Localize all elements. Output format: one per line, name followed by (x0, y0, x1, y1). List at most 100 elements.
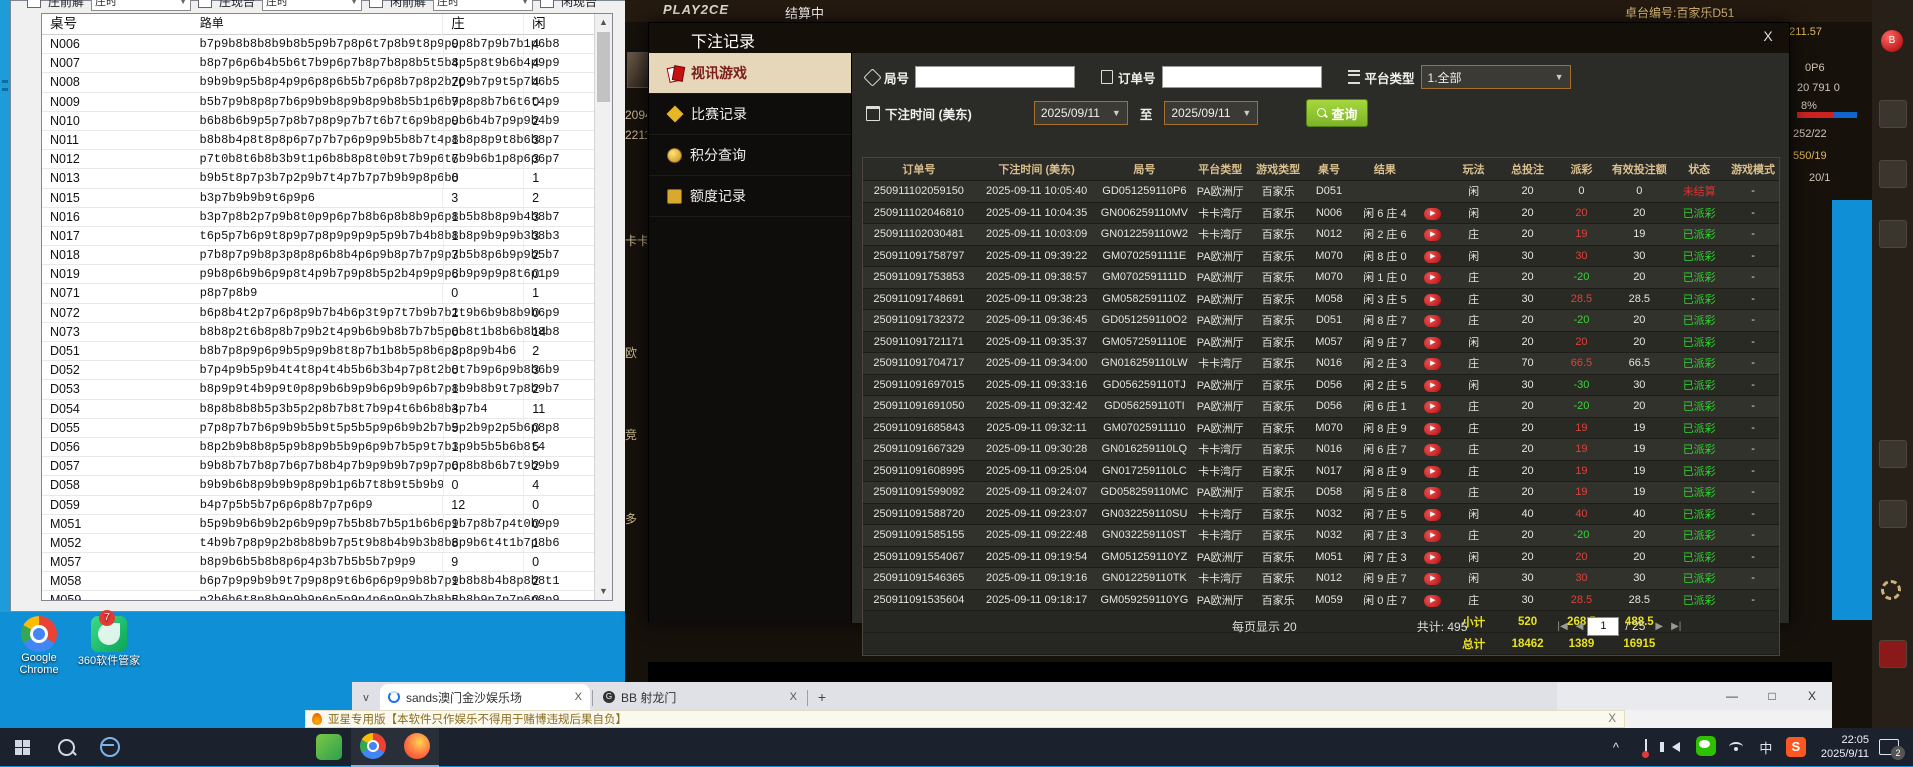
table-row[interactable]: N008b9b9b9p5b8p4p9p6p8p6b5b7p6p8b7p8p2b7… (42, 73, 612, 92)
replay-icon[interactable]: ▶ (1424, 358, 1441, 370)
order-input[interactable] (1162, 66, 1322, 88)
maximize-icon[interactable]: □ (1752, 689, 1792, 703)
panel-icon[interactable] (1879, 440, 1907, 468)
scroll-down-icon[interactable]: ▼ (595, 583, 612, 600)
table-row[interactable]: 2509110916673292025-09-11 09:30:28GN0162… (863, 439, 1779, 461)
table-row[interactable]: 2509110917323722025-09-11 09:36:45GD0512… (863, 310, 1779, 332)
network-icon[interactable] (1721, 740, 1751, 755)
replay-icon[interactable]: ▶ (1424, 251, 1441, 263)
panel-icon[interactable] (1879, 500, 1907, 528)
table-row[interactable]: 2509110915990922025-09-11 09:24:07GD0582… (863, 482, 1779, 504)
table-row[interactable]: 2509110917211712025-09-11 09:35:37GM0572… (863, 332, 1779, 354)
table-row[interactable]: N010b6b8b6b9p5p7p8b7p8p9p7b7t6b7t6p9b8p9… (42, 112, 612, 131)
taskbar-search-button[interactable] (44, 728, 88, 766)
sogou-icon[interactable]: S (1781, 737, 1811, 757)
table-row[interactable]: D058b9b9b6b8p9b9b9p8p9b1p6b7t8b9t5b9b904 (42, 476, 612, 495)
prev-page-icon[interactable]: ◀ (1576, 621, 1584, 632)
page-input[interactable]: 1 (1587, 617, 1619, 636)
table-row[interactable]: M051b5p9b9b6b9b2p6b9p9p7b5b8b7b5p1b6b6p9… (42, 515, 612, 534)
table-row[interactable]: 2509110916910502025-09-11 09:32:42GD0562… (863, 396, 1779, 418)
replay-icon[interactable]: ▶ (1424, 423, 1441, 435)
tab-sands[interactable]: sands澳门金沙娱乐场 X (380, 684, 590, 710)
replay-icon[interactable]: ▶ (1424, 380, 1441, 392)
gear-icon[interactable] (1881, 580, 1901, 600)
table-row[interactable]: 2509111020304812025-09-11 10:03:09GN0122… (863, 224, 1779, 246)
tray-chevron-icon[interactable]: ^ (1601, 740, 1631, 755)
panel-icon[interactable] (1879, 160, 1907, 188)
scrollbar-thumb[interactable] (597, 32, 610, 102)
last-page-icon[interactable]: ▶| (1671, 621, 1681, 632)
table-row[interactable]: N011b8b8b4p8t8p8p6p7p7b7p6p9p9b5b8b7t4p8… (42, 131, 612, 150)
table-row[interactable]: D059b4p7p5b5b7p6p6p8b7p7p6p9120 (42, 496, 612, 515)
replay-icon[interactable]: ▶ (1424, 401, 1441, 413)
dialog-tab-4[interactable]: 额度记录 (649, 176, 851, 217)
cast-icon[interactable] (1631, 740, 1661, 755)
table-row[interactable]: M052t4b9b7p8p9p2b8b8b9b7p5t9b8b4b9b3b8b6… (42, 534, 612, 553)
start-button[interactable] (0, 728, 44, 766)
taskbar-browser-icon[interactable] (88, 728, 132, 766)
table-row[interactable]: N072b6p8b4t2p7p6p8p9b7b4b6p3t9p7t7b9b7b1… (42, 304, 612, 323)
dialog-tab-2[interactable]: 比赛记录 (649, 94, 851, 135)
tab-search-chevron-icon[interactable]: v (352, 686, 380, 710)
replay-icon[interactable]: ▶ (1424, 294, 1441, 306)
action-center-icon[interactable]: 2 (1879, 739, 1899, 755)
table-row[interactable]: D055p7p8p7b7b6p9b9b5b9t5p5b5p9p6b9b2b7b9… (42, 419, 612, 438)
warning-close-icon[interactable]: X (1608, 713, 1616, 725)
tab-close-icon[interactable]: X (575, 691, 582, 703)
table-row[interactable]: 2509111020591502025-09-11 10:05:40GD0512… (863, 181, 1779, 203)
pinned-app-green[interactable] (307, 728, 351, 766)
table-row[interactable]: 2509110915851552025-09-11 09:22:48GN0322… (863, 525, 1779, 547)
toolbar-dropdown[interactable]: 庄时▼ (433, 0, 533, 11)
table-row[interactable]: N006b7p9b8b8b8b9b8b5p9b7p8p6t7p8b9t8p9p9… (42, 35, 612, 54)
replay-icon[interactable]: ▶ (1424, 466, 1441, 478)
notification-badge-icon[interactable]: B (1881, 30, 1903, 52)
replay-icon[interactable]: ▶ (1424, 208, 1441, 220)
replay-icon[interactable]: ▶ (1424, 573, 1441, 585)
next-page-icon[interactable]: ▶ (1655, 621, 1663, 632)
taskbar-clock[interactable]: 22:05 2025/9/11 (1811, 733, 1879, 761)
table-row[interactable]: M058b6p7p9p9b9b9t7p9p8p9t6b6p6p9p9b8b7p9… (42, 572, 612, 591)
table-row[interactable]: 2509110915356042025-09-11 09:18:17GM0592… (863, 590, 1779, 612)
replay-icon[interactable]: ▶ (1424, 315, 1441, 327)
table-row[interactable]: 2509110917587972025-09-11 09:39:22GM0702… (863, 246, 1779, 268)
table-row[interactable]: N009b5b7p9b8p8p7b6p9b9b8p9b8p9b8b5b1p6b9… (42, 93, 612, 112)
toolbar-checkbox[interactable] (198, 0, 212, 8)
panel-icon-red[interactable] (1879, 640, 1907, 668)
tab-bb[interactable]: G BB 射龙门 X (595, 684, 805, 710)
volume-icon[interactable] (1661, 740, 1691, 755)
table-row[interactable]: N017t6p5p7b6p9t8p9p7p8p9p9p9p5p9b7b4b8b8… (42, 227, 612, 246)
table-row[interactable]: N012p7t0b8t6b8b3b9t1p6b8b8p8t0b9t7b9p6t7… (42, 150, 612, 169)
toolbar-checkbox[interactable] (27, 0, 41, 8)
taskbar-firefox[interactable] (395, 727, 439, 767)
close-icon[interactable]: X (1792, 689, 1832, 703)
table-row[interactable]: D051b8b7p8p9p6p9b5p9p9b8t8p7b1b8b5p8b6p3… (42, 342, 612, 361)
table-row[interactable]: 2509110915540672025-09-11 09:19:54GM0512… (863, 547, 1779, 569)
table-row[interactable]: 2509111020468102025-09-11 10:04:35GN0062… (863, 203, 1779, 225)
dialog-tab-1[interactable]: 视讯游戏 (649, 53, 851, 94)
table-row[interactable]: D057b9b8b7b7b8p7b6p7b8b4p7b9p9b9b7p9p7p6… (42, 457, 612, 476)
table-row[interactable]: 2509110917047172025-09-11 09:34:00GN0162… (863, 353, 1779, 375)
platform-select[interactable]: 1.全部▼ (1421, 65, 1571, 89)
table-row[interactable]: N071p8p7p8b901 (42, 284, 612, 303)
replay-icon[interactable]: ▶ (1424, 530, 1441, 542)
table-row[interactable]: D052b7p4p9b5p9b4t4t8p4t4b5b6b3b4p7p8t2b8… (42, 361, 612, 380)
table-row[interactable]: 2509110917486912025-09-11 09:38:23GM0582… (863, 289, 1779, 311)
table-row[interactable]: 2509110915463652025-09-11 09:19:16GN0122… (863, 568, 1779, 590)
toolbar-checkbox[interactable] (369, 0, 383, 8)
search-button[interactable]: 查询 (1306, 99, 1368, 127)
replay-icon[interactable]: ▶ (1424, 595, 1441, 607)
table-row[interactable]: D056b8p2b9b8b8p5p9b8p9b5b9p6p9b7b5p9t7b3… (42, 438, 612, 457)
date-from-picker[interactable]: 2025/09/11▼ (1034, 101, 1128, 125)
ime-indicator[interactable]: 中 (1751, 738, 1781, 757)
tab-close-icon[interactable]: X (790, 691, 797, 703)
table-row[interactable]: M057b8p9b6b5b8b8p6p4p3b7b5b5b7p9p990 (42, 553, 612, 572)
scroll-up-icon[interactable]: ▲ (595, 14, 612, 31)
table-row[interactable]: N013b9b5t8p7p3b7p2p9b7t4p7b7p7b9b9p8p6b8… (42, 169, 612, 188)
replay-icon[interactable]: ▶ (1424, 487, 1441, 499)
table-row[interactable]: 2509110916089952025-09-11 09:25:04GN0172… (863, 461, 1779, 483)
replay-icon[interactable]: ▶ (1424, 272, 1441, 284)
table-row[interactable]: D053b8p9p9t4b9p9t0p8p9b6b9p9b6p9b9p6b7p8… (42, 380, 612, 399)
round-input[interactable] (915, 66, 1075, 88)
first-page-icon[interactable]: |◀ (1557, 621, 1567, 632)
replay-icon[interactable]: ▶ (1424, 552, 1441, 564)
